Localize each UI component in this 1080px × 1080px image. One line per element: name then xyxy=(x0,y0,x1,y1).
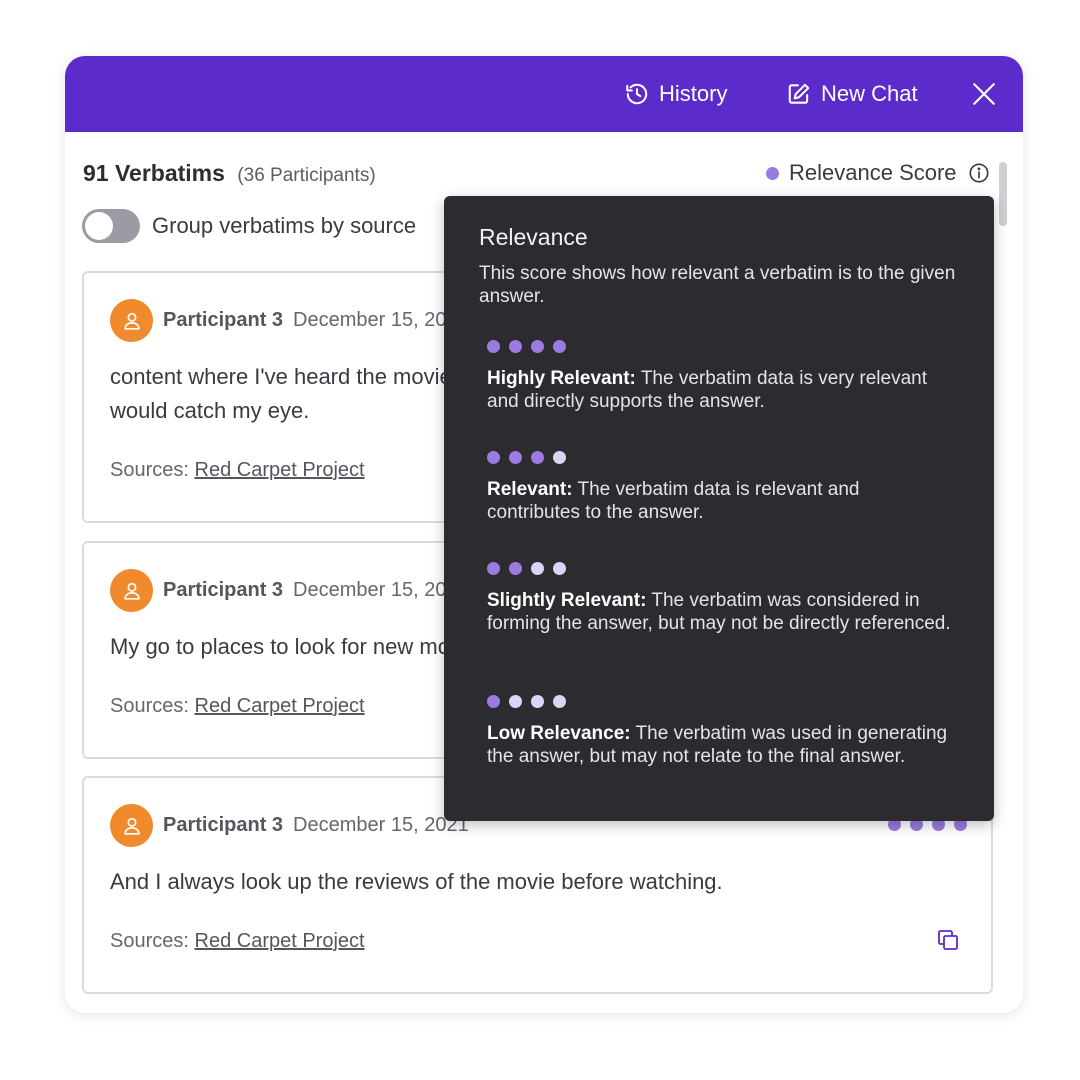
relevance-dot-filled xyxy=(487,451,500,464)
participant-name: Participant 3 xyxy=(163,309,284,331)
verbatim-text: content where I've heard the movie would… xyxy=(110,360,452,428)
verbatim-date: December 15, 2021 xyxy=(293,814,469,836)
card-header: Participant 3 December 15, 2021 xyxy=(110,299,469,342)
relevance-dot-empty xyxy=(553,695,566,708)
relevance-dot-filled xyxy=(487,695,500,708)
source-link[interactable]: Red Carpet Project xyxy=(195,695,365,717)
toggle-knob xyxy=(85,212,113,240)
user-icon xyxy=(123,582,140,600)
relevance-level-highly-relevant: Highly Relevant: The verbatim data is ve… xyxy=(487,340,957,413)
relevance-level-text: Highly Relevant: The verbatim data is ve… xyxy=(487,367,957,413)
source-link[interactable]: Red Carpet Project xyxy=(195,930,365,952)
verbatim-text: My go to places to look for new movies xyxy=(110,630,489,664)
relevance-level-dots xyxy=(487,340,957,354)
participant-name: Participant 3 xyxy=(163,579,284,601)
relevance-dot-filled xyxy=(509,562,522,575)
history-icon xyxy=(626,83,648,105)
relevance-dot-filled xyxy=(487,562,500,575)
relevance-dot-empty xyxy=(553,562,566,575)
verbatim-sources: Sources: Red Carpet Project xyxy=(110,695,365,718)
relevance-level-name: Highly Relevant: xyxy=(487,368,636,389)
verbatim-text: And I always look up the reviews of the … xyxy=(110,865,723,899)
relevance-dot-empty xyxy=(553,451,566,464)
new-chat-label: New Chat xyxy=(821,81,918,106)
relevance-level-dots xyxy=(487,451,957,465)
relevance-level-relevant: Relevant: The verbatim data is relevant … xyxy=(487,451,957,524)
relevance-dot xyxy=(766,166,779,180)
relevance-dot-empty xyxy=(509,695,522,708)
relevance-level-text: Low Relevance: The verbatim was used in … xyxy=(487,722,957,768)
verbatims-summary: 91 Verbatims (36 Participants) xyxy=(83,160,376,187)
relevance-level-name: Slightly Relevant: xyxy=(487,590,647,611)
avatar xyxy=(110,299,153,342)
verbatim-date: December 15, 2021 xyxy=(293,579,469,601)
verbatim-line: content where I've heard the movie xyxy=(110,364,452,389)
relevance-score-label: Relevance Score xyxy=(789,160,957,185)
avatar xyxy=(110,804,153,847)
relevance-level-dots xyxy=(487,562,957,576)
scrollbar-thumb[interactable] xyxy=(999,162,1007,226)
sources-label: Sources: xyxy=(110,930,189,952)
relevance-level-low-relevance: Low Relevance: The verbatim was used in … xyxy=(487,695,957,768)
relevance-tooltip: Relevance This score shows how relevant … xyxy=(444,196,994,821)
participant-name: Participant 3 xyxy=(163,814,284,836)
user-icon xyxy=(123,817,140,835)
new-chat-button[interactable]: New Chat xyxy=(786,56,918,132)
verbatim-line: would catch my eye. xyxy=(110,398,310,423)
relevance-dot-filled xyxy=(509,451,522,464)
copy-icon[interactable] xyxy=(936,928,960,952)
avatar xyxy=(110,569,153,612)
relevance-level-slightly-relevant: Slightly Relevant: The verbatim was cons… xyxy=(487,562,957,635)
close-icon[interactable] xyxy=(971,81,997,107)
verbatim-sources: Sources: Red Carpet Project xyxy=(110,930,365,953)
relevance-dot-filled xyxy=(553,340,566,353)
relevance-dot-filled xyxy=(509,340,522,353)
relevance-dot-filled xyxy=(487,340,500,353)
sources-label: Sources: xyxy=(110,695,189,717)
relevance-level-name: Relevant: xyxy=(487,479,573,500)
relevance-dot-empty xyxy=(531,695,544,708)
verbatim-line: And I always look up the reviews of the … xyxy=(110,869,723,894)
user-icon xyxy=(123,312,140,330)
tooltip-description: This score shows how relevant a verbatim… xyxy=(479,263,956,307)
info-icon[interactable] xyxy=(968,162,990,184)
verbatim-line: My go to places to look for new movies xyxy=(110,634,490,659)
relevance-dot-filled xyxy=(531,340,544,353)
tooltip-title: Relevance xyxy=(479,224,588,250)
panel-header: History New Chat xyxy=(65,56,1023,132)
group-by-source-label: Group verbatims by source xyxy=(152,213,417,238)
relevance-level-text: Slightly Relevant: The verbatim was cons… xyxy=(487,589,957,635)
verbatim-sources: Sources: Red Carpet Project xyxy=(110,459,365,482)
history-button[interactable]: History xyxy=(624,56,727,132)
relevance-dot-empty xyxy=(531,562,544,575)
verbatim-date: December 15, 2021 xyxy=(293,309,469,331)
edit-icon xyxy=(788,83,810,104)
card-header: Participant 3 December 15, 2021 xyxy=(110,804,469,847)
relevance-level-text: Relevant: The verbatim data is relevant … xyxy=(487,478,957,524)
group-by-source-row: Group verbatims by source xyxy=(82,209,416,243)
relevance-score-legend[interactable]: Relevance Score xyxy=(766,160,990,186)
participant-count: (36 Participants) xyxy=(237,165,376,186)
relevance-dot-filled xyxy=(531,451,544,464)
relevance-level-dots xyxy=(487,695,957,709)
card-header: Participant 3 December 15, 2021 xyxy=(110,569,469,612)
relevance-level-name: Low Relevance: xyxy=(487,723,631,744)
sources-label: Sources: xyxy=(110,459,189,481)
history-label: History xyxy=(659,81,728,106)
verbatim-count: 91 Verbatims xyxy=(83,160,225,186)
group-by-source-toggle[interactable] xyxy=(82,209,140,243)
source-link[interactable]: Red Carpet Project xyxy=(195,459,365,481)
